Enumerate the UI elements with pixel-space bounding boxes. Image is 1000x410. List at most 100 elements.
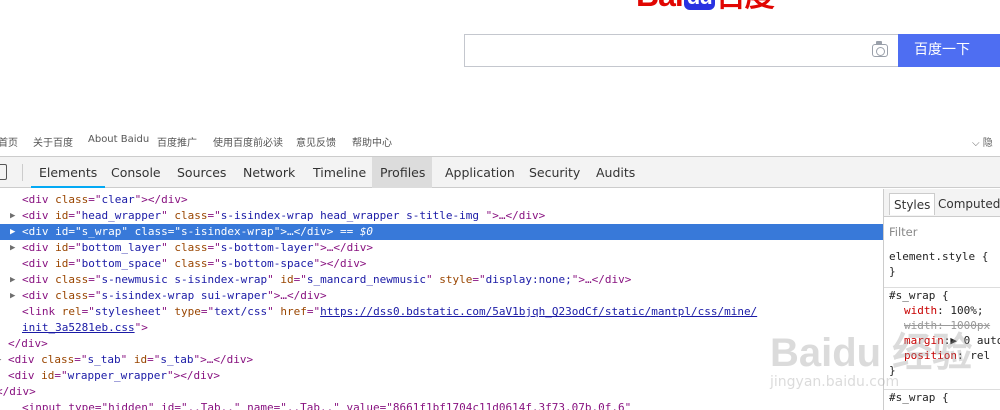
dom-node[interactable]: ▶ <div id="bottom_layer" class="s-bottom-… <box>0 240 883 256</box>
dom-token: s-isindex-wrap head_wrapper s-title-img <box>220 209 486 222</box>
rule-prop-margin[interactable]: margin:▶ 0 auto <box>884 333 1000 348</box>
stylesheet-link[interactable]: https://dss0.bdstatic.com/5aV1bjqh_Q23od… <box>320 305 757 318</box>
s-wrap-rule-2[interactable]: #s_wrap { <box>884 389 1000 405</box>
tab-styles[interactable]: Styles <box>889 193 936 215</box>
dom-token: text/css <box>214 305 268 318</box>
expand-triangle-icon[interactable]: ▶ <box>10 240 15 256</box>
dom-node[interactable]: ▶ <div id="head_wrapper" class="s-isindex… <box>0 208 883 224</box>
expand-triangle-icon[interactable]: ▶ <box>10 208 15 224</box>
dom-token: id <box>55 257 69 270</box>
tab-security[interactable]: Security <box>521 157 588 188</box>
logo-paw-text: du <box>683 0 715 10</box>
dom-token: " <box>267 305 281 318</box>
dom-token: =" <box>68 241 82 254</box>
dom-token: head_wrapper <box>81 209 162 222</box>
dom-node-selected[interactable]: ▶ <div id="s_wrap" class="s-isindex-wrap"… <box>0 224 883 240</box>
rule-prop-width[interactable]: width: 100%; <box>884 303 1000 318</box>
dom-node-text: <div id="bottom_space" class="s-bottom-s… <box>22 256 366 272</box>
rule-prop-width-overridden[interactable]: width: 1000px <box>884 318 1000 333</box>
hide-label: 隐 <box>982 138 993 149</box>
dom-token: style <box>439 273 473 286</box>
link-about-cn[interactable]: 关于百度 <box>33 134 73 149</box>
link-feedback[interactable]: 意见反馈 <box>296 134 336 149</box>
dom-node[interactable]: ▶ <div class="s-newmusic s-isindex-wrap" … <box>0 272 883 288</box>
dom-token: =" <box>147 353 161 366</box>
dom-node[interactable]: </div> <box>0 336 883 352</box>
expand-triangle-icon[interactable]: ▶ <box>0 352 1 368</box>
search-input[interactable] <box>464 34 898 67</box>
stylesheet-link[interactable]: init_3a5281eb.css <box>22 321 135 334</box>
dom-token: class <box>55 193 89 206</box>
dom-token: =" <box>68 209 82 222</box>
dom-node[interactable]: <div class="clear"></div> <box>0 192 883 208</box>
dom-token: " <box>161 257 175 270</box>
dom-node[interactable]: <link rel="stylesheet" type="text/css" h… <box>0 304 883 320</box>
tab-audits[interactable]: Audits <box>588 157 643 188</box>
search-button[interactable]: 百度一下 <box>898 34 1000 67</box>
dom-token: ">…</div> <box>313 241 374 254</box>
styles-sidebar: Styles Computed Filter element.style { }… <box>883 189 1000 410</box>
dom-token: rel <box>61 305 82 318</box>
tab-computed[interactable]: Computed <box>934 193 1000 215</box>
dom-token: ">…</div> <box>267 289 327 302</box>
dom-node-text: <div class="s-newmusic s-isindex-wrap" i… <box>22 272 631 288</box>
dom-node-text: init_3a5281eb.css"> <box>22 320 148 336</box>
sidebar-tabs: Styles Computed <box>884 189 1000 217</box>
link-home[interactable]: 首页 <box>0 134 18 149</box>
dom-token: s_tab <box>87 353 121 366</box>
tab-elements[interactable]: Elements <box>31 157 106 188</box>
dom-token: id <box>280 273 294 286</box>
expand-triangle-icon[interactable]: ▶ <box>10 224 15 240</box>
dom-token: ">…</div> <box>193 353 254 366</box>
dom-node[interactable]: <div id="bottom_space" class="s-bottom-s… <box>0 256 883 272</box>
link-about-en[interactable]: About Baidu <box>88 134 149 145</box>
dom-token: display:none; <box>485 273 572 286</box>
prop-name: position <box>904 349 957 362</box>
dom-token: =" <box>88 273 102 286</box>
rule-prop-position[interactable]: position: rel <box>884 348 1000 363</box>
hide-toggle[interactable]: ⌵ 隐 <box>972 134 993 149</box>
dom-token: <div <box>8 353 42 366</box>
tab-network[interactable]: Network <box>235 157 303 188</box>
dom-token: " <box>161 241 175 254</box>
expand-triangle-icon[interactable]: ▶ <box>10 288 15 304</box>
element-style-rule[interactable]: element.style { } <box>884 249 1000 279</box>
link-help[interactable]: 帮助中心 <box>352 134 392 149</box>
dom-token: href <box>280 305 307 318</box>
dom-token: "></div> <box>166 369 220 382</box>
s-wrap-rule[interactable]: #s_wrap { width: 100%; width: 1000px mar… <box>884 287 1000 378</box>
tab-application[interactable]: Application <box>437 157 523 188</box>
dom-token: type <box>174 305 201 318</box>
link-terms[interactable]: 使用百度前必读 <box>213 134 283 149</box>
expand-triangle-icon[interactable]: ▶ <box>10 272 15 288</box>
tab-profiles[interactable]: Profiles <box>372 157 432 188</box>
dom-token: class <box>174 241 208 254</box>
dom-token: s-bottom-layer <box>220 241 314 254</box>
dom-token: =" <box>293 273 307 286</box>
link-promotion[interactable]: 百度推广 <box>157 134 197 149</box>
dom-token: id <box>41 369 55 382</box>
tab-console[interactable]: Console <box>103 157 169 188</box>
dom-tree[interactable]: <div class="clear"></div> ▶ <div id="head_… <box>0 189 883 410</box>
device-toolbar-icon[interactable] <box>0 164 7 180</box>
dom-token: " <box>267 273 281 286</box>
camera-icon[interactable] <box>872 41 888 57</box>
dom-node[interactable]: </div> <box>0 384 883 400</box>
dom-node-text: <div class="s_tab" id="s_tab">…</div> <box>8 352 253 368</box>
dom-token: s-newmusic s-isindex-wrap <box>101 273 268 286</box>
styles-filter-input[interactable]: Filter <box>889 225 917 239</box>
baidu-logo: Baidu百度 <box>636 0 816 16</box>
dom-token: <div <box>22 257 56 270</box>
dom-node[interactable]: ▶<div class="s_tab" id="s_tab">…</div> <box>0 352 883 368</box>
tab-sources[interactable]: Sources <box>169 157 234 188</box>
dom-node[interactable]: ▶ <div class="s-isindex-wrap sui-wraper">… <box>0 288 883 304</box>
logo-chinese-text: 百度 <box>716 0 775 13</box>
dom-node[interactable]: <div id="wrapper_wrapper"></div> <box>0 368 883 384</box>
prop-value: 100%; <box>950 304 984 317</box>
dom-token: <div <box>22 209 56 222</box>
dom-node[interactable]: <input type="hidden" id="..Tab.." name="… <box>0 400 883 410</box>
tab-timeline[interactable]: Timeline <box>305 157 374 188</box>
dom-token: ">…</div> == <box>273 225 360 238</box>
prop-value: ▶ 0 auto <box>950 334 1000 347</box>
dom-node[interactable]: init_3a5281eb.css"> <box>0 320 883 336</box>
